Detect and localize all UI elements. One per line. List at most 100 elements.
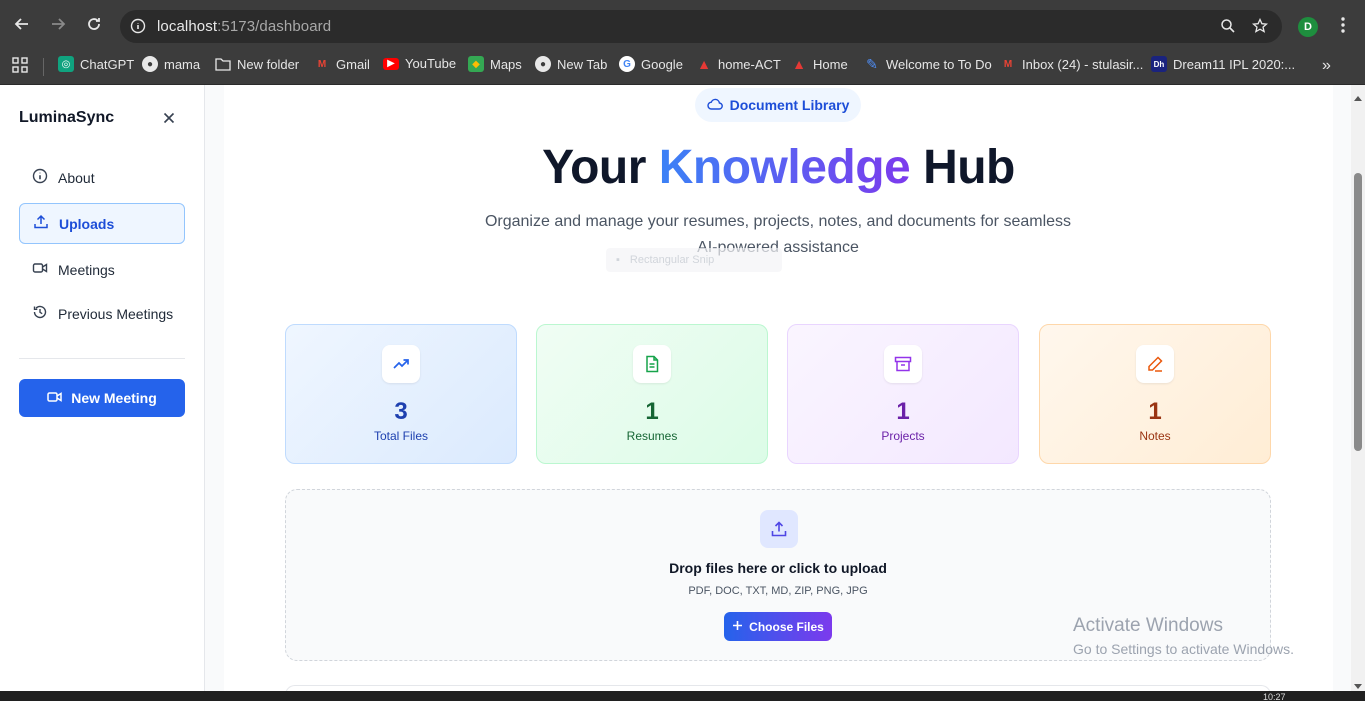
upload-icon — [760, 510, 798, 548]
brand-name: LuminaSync — [19, 109, 115, 126]
profile-avatar[interactable]: D — [1298, 17, 1318, 37]
bookmark-google[interactable]: G Google — [619, 56, 683, 72]
sidebar-item-label: Uploads — [59, 215, 115, 232]
act-icon: ▲ — [792, 56, 806, 72]
os-taskbar: 10:27 — [0, 691, 1365, 702]
title-highlight: Knowledge — [658, 141, 911, 194]
app-root: LuminaSync About Uploads Meetings Previo… — [0, 85, 1365, 695]
bookmark-label: YouTube — [405, 56, 457, 71]
gmail-icon: M — [317, 58, 327, 70]
windows-activation-watermark: Activate Windows Go to Settings to activ… — [1073, 615, 1294, 657]
bookmark-star-icon[interactable] — [1251, 17, 1269, 39]
bookmark-label: Home — [813, 56, 848, 72]
choose-files-button[interactable]: Choose Files — [724, 612, 832, 641]
youtube-icon: ▶ — [383, 57, 399, 70]
stat-label: Resumes — [626, 429, 678, 443]
video-icon — [47, 390, 63, 407]
info-icon — [32, 168, 48, 187]
cloud-icon — [706, 97, 723, 114]
stat-label: Total Files — [373, 429, 429, 443]
bookmarks-bar: ◎ ChatGPT ● mama New folder M Gmail ▶ YouTub… — [0, 48, 1365, 85]
video-icon — [32, 260, 48, 279]
dream11-icon: Dh — [1151, 56, 1167, 72]
stat-value: 3 — [394, 398, 408, 425]
bookmark-todo[interactable]: ✎ Welcome to To Do — [864, 56, 992, 72]
bookmark-dream11[interactable]: Dh Dream11 IPL 2020:... — [1151, 56, 1295, 72]
plus-icon — [732, 620, 743, 634]
bookmark-label: ChatGPT — [80, 56, 135, 72]
bookmark-label: New folder — [237, 56, 300, 72]
new-meeting-button[interactable]: New Meeting — [19, 379, 185, 417]
square-icon: ▪ — [616, 254, 620, 266]
pill-label: Document Library — [729, 97, 850, 113]
sidebar-item-about[interactable]: About — [19, 157, 185, 198]
bookmark-label: Gmail — [336, 56, 370, 72]
sidebar-item-label: About — [58, 169, 95, 186]
sidebar-item-label: Meetings — [58, 261, 115, 278]
stat-card-resumes[interactable]: 1 Resumes — [536, 324, 768, 464]
snip-label: Rectangular Snip — [629, 254, 715, 266]
bookmark-mama[interactable]: ● mama — [142, 56, 200, 72]
bookmark-label: mama — [164, 56, 201, 72]
bookmark-maps[interactable]: ◆ Maps — [468, 56, 522, 72]
bookmark-youtube[interactable]: ▶ YouTube — [383, 56, 456, 71]
folder-icon — [215, 56, 231, 72]
scrollbar-thumb[interactable] — [1354, 173, 1362, 451]
watermark-line2: Go to Settings to activate Windows. — [1073, 641, 1294, 657]
zoom-icon[interactable] — [1220, 18, 1236, 39]
main-content: Document Library Your Knowledge Hub Orga… — [224, 85, 1333, 695]
bookmark-label: Inbox (24) - stulasir... — [1022, 56, 1144, 72]
reload-icon[interactable] — [84, 14, 104, 34]
watermark-line1: Activate Windows — [1073, 615, 1223, 636]
stat-value: 1 — [896, 398, 910, 425]
back-icon[interactable] — [12, 14, 32, 34]
stat-card-projects[interactable]: 1 Projects — [787, 324, 1019, 464]
pen-icon — [1136, 345, 1174, 383]
apps-grid-icon[interactable] — [12, 57, 28, 78]
bookmark-gmail[interactable]: M Gmail — [314, 56, 370, 72]
title-end: Hub — [910, 141, 1015, 194]
stat-value: 1 — [645, 398, 659, 425]
bookmark-home[interactable]: ▲ Home — [791, 56, 848, 72]
chatgpt-icon: ◎ — [58, 56, 74, 72]
bookmark-new-tab[interactable]: ● New Tab — [535, 56, 607, 72]
bookmark-home-act[interactable]: ▲ home-ACT — [696, 56, 781, 72]
bookmarks-separator — [43, 58, 44, 76]
upload-icon — [33, 214, 49, 233]
sidebar-item-meetings[interactable]: Meetings — [19, 249, 185, 290]
trending-up-icon — [382, 345, 420, 383]
stat-card-total-files[interactable]: 3 Total Files — [285, 324, 517, 464]
bookmark-inbox[interactable]: M Inbox (24) - stulasir... — [1000, 56, 1144, 72]
document-library-badge: Document Library — [695, 88, 861, 122]
close-icon[interactable] — [161, 110, 177, 126]
sidebar-item-label: Previous Meetings — [58, 305, 174, 322]
bookmark-label: Google — [641, 56, 683, 72]
archive-icon — [884, 345, 922, 383]
bookmark-label: New Tab — [557, 56, 608, 72]
sidebar-item-previous-meetings[interactable]: Previous Meetings — [19, 293, 185, 334]
more-bookmarks-icon[interactable]: » — [1322, 57, 1331, 75]
site-info-icon[interactable] — [130, 18, 146, 34]
stat-card-notes[interactable]: 1 Notes — [1039, 324, 1271, 464]
page-scrollbar[interactable] — [1351, 85, 1365, 691]
maps-icon: ◆ — [468, 56, 484, 72]
bookmark-label: Welcome to To Do — [886, 56, 992, 72]
history-icon — [32, 304, 48, 323]
forward-icon[interactable] — [48, 14, 68, 34]
page-title: Your Knowledge Hub — [224, 140, 1333, 195]
todo-icon: ✎ — [866, 55, 878, 72]
bookmark-new-folder[interactable]: New folder — [215, 56, 299, 72]
gmail-icon: M — [1003, 58, 1013, 70]
globe-icon: ● — [535, 56, 551, 72]
address-bar[interactable]: localhost:5173/dashboard — [120, 10, 1282, 43]
taskbar-clock: 10:27 — [1263, 692, 1286, 702]
act-icon: ▲ — [697, 56, 711, 72]
sidebar-item-uploads[interactable]: Uploads — [19, 203, 185, 244]
right-gutter — [1333, 85, 1351, 691]
scroll-up-icon[interactable] — [1354, 88, 1362, 106]
bookmark-chatgpt[interactable]: ◎ ChatGPT — [58, 56, 134, 72]
browser-menu-icon[interactable] — [1336, 16, 1350, 39]
sidebar-divider — [19, 358, 185, 359]
globe-icon: ● — [142, 56, 158, 72]
url-text: localhost:5173/dashboard — [157, 18, 331, 35]
